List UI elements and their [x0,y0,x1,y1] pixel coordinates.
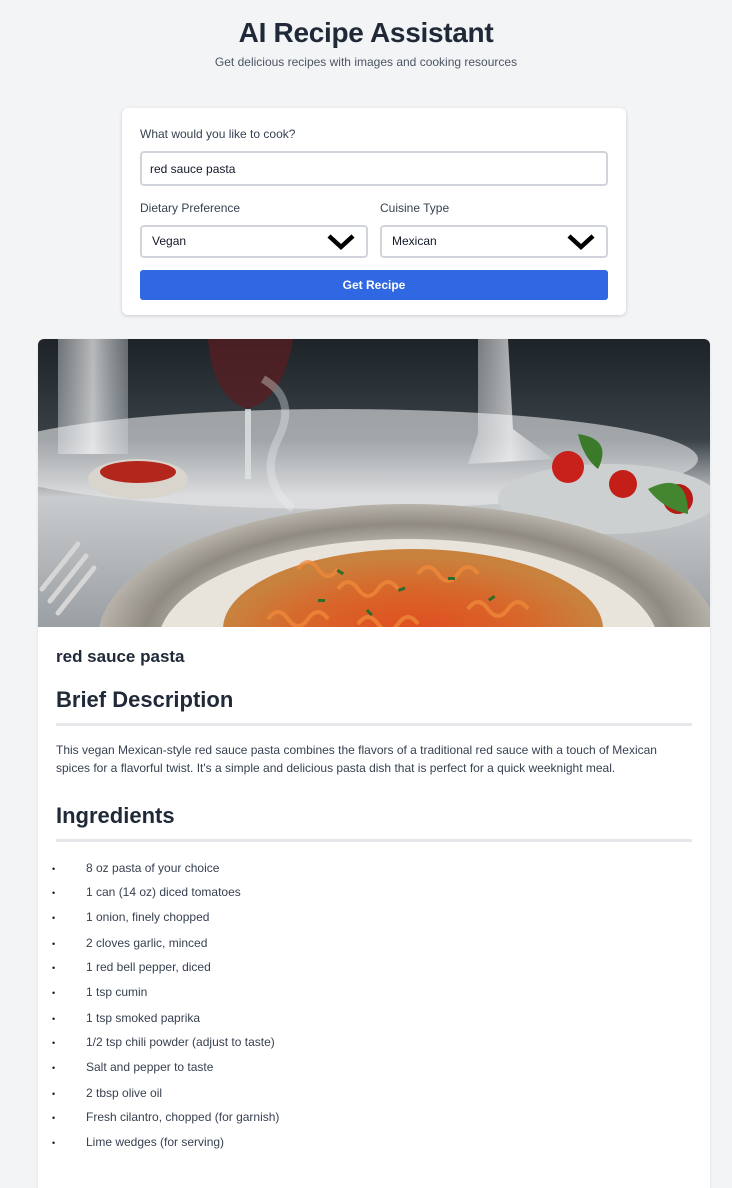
recipe-description: This vegan Mexican-style red sauce pasta… [56,743,657,775]
ingredient-item: Fresh cilantro, chopped (for garnish) [52,1105,692,1130]
diet-field: Dietary Preference Vegan [140,200,368,258]
ingredient-item: 8 oz pasta of your choice [52,856,692,881]
ingredients-list: 8 oz pasta of your choice 1 can (14 oz) … [52,856,692,1157]
ingredient-item: 2 tbsp olive oil [52,1081,692,1106]
chevron-down-icon [327,234,355,251]
description-heading: Brief Description [56,687,692,726]
app-title: AI Recipe Assistant [238,17,494,48]
ingredient-item: 1 tsp smoked paprika [52,1006,692,1031]
app-subtitle: Get delicious recipes with images and co… [214,55,518,69]
ingredient-item: 1 tsp cumin [52,979,692,1007]
ingredient-item: 1 red bell pepper, diced [52,955,692,980]
cuisine-label: Cuisine Type [380,201,450,215]
recipe-card: red sauce pasta Brief Description This v… [38,339,710,1188]
query-label: What would you like to cook? [140,127,296,141]
ingredient-item: 1 can (14 oz) diced tomatoes [52,880,692,905]
recipe-body: red sauce pasta Brief Description This v… [38,647,710,1157]
get-recipe-button[interactable]: Get Recipe [140,270,608,300]
ingredient-item: 1/2 tsp chili powder (adjust to taste) [52,1030,692,1055]
recipe-form: What would you like to cook? Dietary Pre… [122,108,626,315]
dietary-preference-select[interactable]: Vegan [140,225,368,258]
ingredient-item: 1 onion, finely chopped [52,904,692,932]
ingredient-item: Lime wedges (for serving) [52,1129,692,1157]
recipe-query-input[interactable] [140,151,608,186]
cuisine-type-select[interactable]: Mexican [380,225,608,258]
recipe-title: red sauce pasta [56,647,185,666]
recipe-image [38,339,710,627]
page-header: AI Recipe Assistant Get delicious recipe… [0,0,732,69]
diet-label: Dietary Preference [140,201,241,215]
chevron-down-icon [567,234,595,251]
cuisine-selected-value: Mexican [392,234,437,248]
select-row: Dietary Preference Vegan Cuisine Type Me… [140,200,608,258]
ingredients-heading: Ingredients [56,803,692,842]
diet-selected-value: Vegan [152,234,187,248]
ingredient-item: 2 cloves garlic, minced [52,931,692,956]
cuisine-field: Cuisine Type Mexican [380,200,608,258]
ingredient-item: Salt and pepper to taste [52,1054,692,1082]
